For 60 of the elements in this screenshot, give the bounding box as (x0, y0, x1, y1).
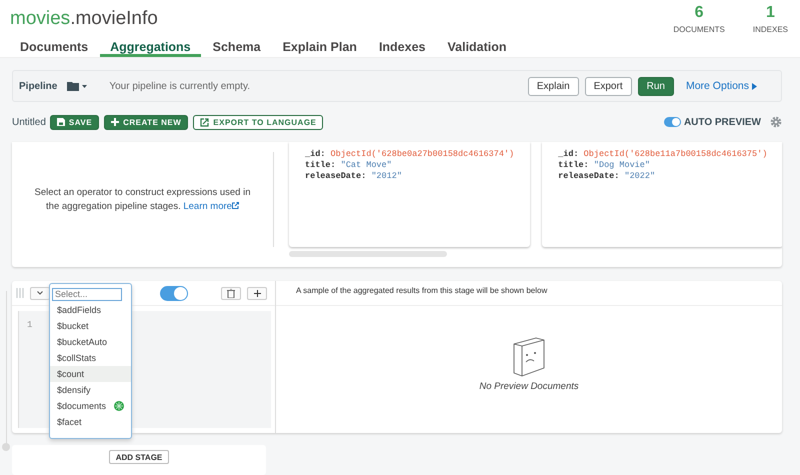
toolbar-button[interactable]: CREATE NEW (104, 114, 188, 130)
operator-option[interactable]: $documents (50, 398, 131, 414)
stat-label: INDEXES (752, 25, 788, 34)
operator-option[interactable]: $collStats (50, 350, 131, 366)
collection-title: movies.movieInfo (10, 8, 158, 31)
line-number: 1 (27, 320, 32, 330)
stat-label: DOCUMENTS (673, 25, 725, 34)
delete-button[interactable] (221, 286, 241, 300)
trash-icon (227, 288, 235, 298)
operator-hint: Select an operator to construct expressions used in the aggregation pipeline stages. Learn more (34, 186, 252, 214)
operator-option[interactable]: $facet (50, 414, 131, 430)
folder-icon[interactable] (67, 81, 88, 91)
learn-more-link[interactable]: Learn more (183, 200, 239, 212)
scrollbar[interactable] (289, 251, 447, 257)
document-field: _id: ObjectId('628be11a7b00158dc4616375') (558, 149, 768, 160)
external-link-icon (232, 202, 239, 208)
operator-option[interactable]: $bucketAuto (50, 334, 131, 350)
pipeline-label: Pipeline (19, 80, 58, 92)
save-icon (56, 118, 65, 126)
toolbar-button[interactable]: EXPORT TO LANGUAGE (193, 114, 324, 130)
collapse-button[interactable] (30, 286, 50, 300)
results-hint: A sample of the aggregated results from this stage will be shown below (276, 281, 782, 306)
auto-preview-label: AUTO PREVIEW (684, 116, 761, 128)
operator-search-field[interactable]: Select... (52, 288, 122, 300)
auto-preview-toggle[interactable] (664, 117, 681, 127)
operator-option[interactable]: $densify (50, 382, 131, 398)
external-link-icon (200, 118, 210, 126)
pipeline-status: Your pipeline is currently empty. (109, 80, 250, 92)
stat-count: 6 (694, 4, 704, 22)
action-button[interactable]: Export (584, 76, 632, 96)
run-button[interactable]: Run (638, 76, 674, 96)
tab[interactable]: Indexes (368, 34, 436, 57)
document-field: _id: ObjectId('628be0a27b00158dc4616374') (305, 149, 514, 160)
document-field: title: "Cat Move" (305, 160, 514, 171)
tab[interactable]: Schema (202, 34, 271, 57)
timeline-node (2, 443, 10, 451)
pipeline-name: Untitled (12, 116, 46, 128)
stat-count: 1 (766, 4, 775, 22)
add-button[interactable] (247, 286, 267, 300)
operator-option[interactable]: $count (50, 366, 131, 382)
chevron-down-icon (37, 291, 43, 295)
settings-icon[interactable] (770, 116, 782, 128)
sad-document-icon (513, 337, 545, 377)
empty-message: No Preview Documents (479, 381, 579, 392)
tab[interactable]: Explain Plan (272, 34, 367, 57)
more-options-link[interactable]: More Options (686, 80, 757, 92)
tab[interactable]: Documents (10, 34, 98, 57)
document-field: title: "Dog Movie" (558, 160, 768, 171)
stage-toggle[interactable] (160, 286, 188, 300)
action-button[interactable]: Explain (528, 76, 579, 96)
drag-handle-icon[interactable] (16, 288, 24, 298)
toolbar-button[interactable]: SAVE (50, 114, 100, 130)
plus-icon (254, 290, 260, 296)
tab[interactable]: Validation (438, 34, 517, 57)
document-field: releaseDate: "2022" (558, 171, 768, 182)
operator-option[interactable]: $bucket (50, 318, 131, 334)
add-stage-button[interactable]: ADD STAGE (108, 450, 170, 464)
caret-icon (752, 82, 757, 90)
document-field: releaseDate: "2012" (305, 171, 514, 182)
plus-icon (111, 118, 120, 126)
